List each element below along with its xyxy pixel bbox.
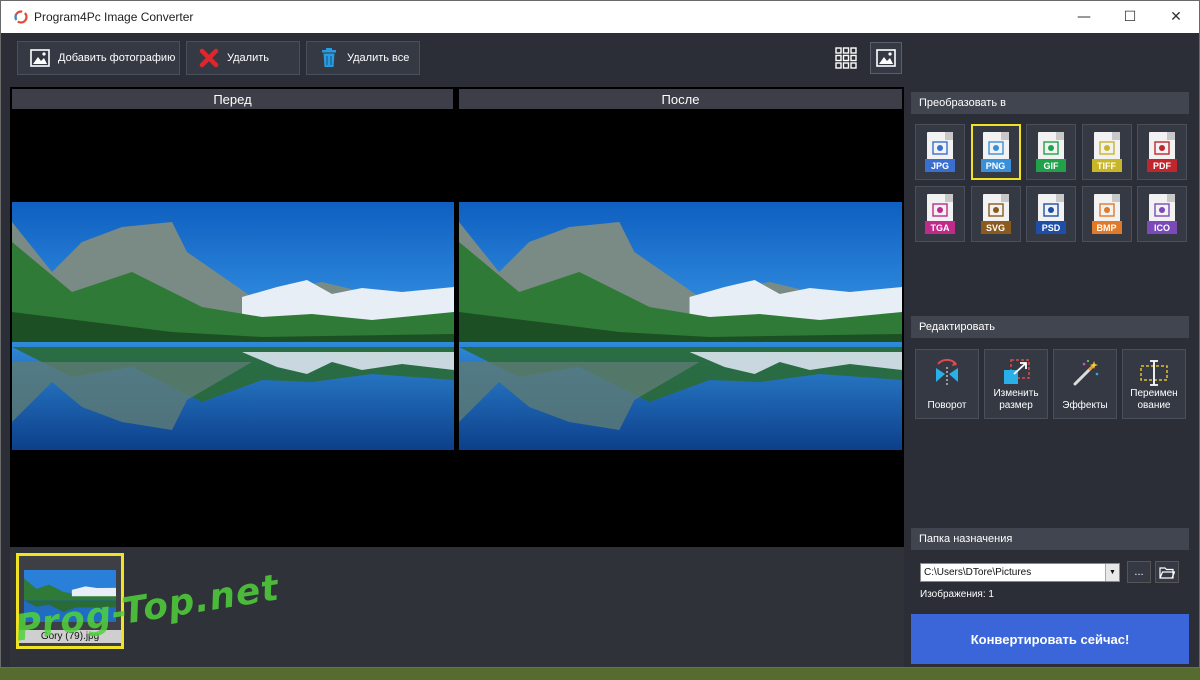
format-label: TGA [925, 221, 955, 234]
file-svg-icon: SVG [980, 194, 1011, 234]
magic-wand-icon [1054, 358, 1116, 388]
preview-area: Перед После [10, 87, 904, 547]
image-icon [30, 48, 50, 68]
convert-to-header: Преобразовать в [911, 92, 1189, 114]
before-header: Перед [12, 89, 453, 109]
file-tiff-icon: TIFF [1091, 132, 1122, 172]
minimize-button[interactable]: — [1061, 1, 1107, 33]
delete-button[interactable]: Удалить [186, 41, 300, 75]
effects-label: Эффекты [1062, 400, 1108, 411]
rotate-button[interactable]: Поворот [915, 349, 979, 419]
format-label: ICO [1147, 221, 1177, 234]
app-window: Program4Pc Image Converter — ☐ ✕ Добавит… [0, 0, 1200, 668]
edit-header: Редактировать [911, 316, 1189, 338]
format-label: SVG [980, 221, 1011, 234]
after-header: После [459, 89, 902, 109]
format-gif-button[interactable]: GIF [1026, 124, 1076, 180]
red-x-icon [199, 48, 219, 68]
rename-label-line1: Переимен [1130, 388, 1178, 399]
dropdown-arrow-icon[interactable]: ▼ [1105, 564, 1119, 581]
format-psd-button[interactable]: PSD [1026, 186, 1076, 242]
format-png-button[interactable]: PNG [970, 124, 1021, 180]
grid-view-icon[interactable] [831, 43, 861, 73]
taskbar [0, 668, 1200, 680]
single-view-icon[interactable] [870, 42, 902, 74]
rotate-icon [916, 358, 978, 388]
delete-all-button[interactable]: Удалить все [306, 41, 420, 75]
file-ico-icon: ICO [1147, 194, 1177, 234]
resize-icon [985, 358, 1047, 388]
before-image [12, 202, 454, 450]
file-png-icon: PNG [980, 132, 1011, 172]
title-bar: Program4Pc Image Converter — ☐ ✕ [1, 1, 1199, 33]
format-pdf-button[interactable]: PDF [1137, 124, 1187, 180]
format-label: BMP [1091, 221, 1122, 234]
browse-button[interactable]: ... [1127, 561, 1151, 583]
window-controls: — ☐ ✕ [1061, 1, 1199, 33]
after-image [459, 202, 902, 450]
open-folder-button[interactable] [1155, 561, 1179, 583]
rename-label: Переимен ование [1123, 388, 1185, 412]
file-bmp-icon: BMP [1091, 194, 1122, 234]
format-label: TIFF [1091, 159, 1122, 172]
resize-label-line2: размер [999, 400, 1033, 411]
destination-path-value: C:\Users\DTore\Pictures [924, 567, 1032, 578]
format-label: PDF [1147, 159, 1177, 172]
right-panel: Преобразовать в JPG PNG GIF TIFF PDF TGA SVG PS… [907, 87, 1199, 667]
format-label: GIF [1036, 159, 1066, 172]
rename-button[interactable]: Переимен ование [1122, 349, 1186, 419]
file-psd-icon: PSD [1036, 194, 1066, 234]
format-svg-button[interactable]: SVG [970, 186, 1021, 242]
maximize-button[interactable]: ☐ [1107, 1, 1153, 33]
format-tiff-button[interactable]: TIFF [1081, 124, 1132, 180]
format-label: PSD [1036, 221, 1066, 234]
format-jpg-button[interactable]: JPG [915, 124, 965, 180]
format-label: PNG [980, 159, 1011, 172]
delete-label: Удалить [227, 52, 269, 64]
images-count: Изображения: 1 [920, 589, 994, 600]
file-tga-icon: TGA [925, 194, 955, 234]
file-jpg-icon: JPG [925, 132, 955, 172]
destination-header: Папка назначения [911, 528, 1189, 550]
add-photo-button[interactable]: Добавить фотографию [17, 41, 180, 75]
format-ico-button[interactable]: ICO [1137, 186, 1187, 242]
destination-path-select[interactable]: C:\Users\DTore\Pictures ▼ [920, 563, 1120, 582]
resize-label-line1: Изменить [993, 388, 1039, 399]
add-photo-label: Добавить фотографию [58, 52, 176, 64]
window-title: Program4Pc Image Converter [34, 10, 194, 24]
format-label: JPG [925, 159, 955, 172]
rename-icon [1123, 358, 1185, 388]
format-bmp-button[interactable]: BMP [1081, 186, 1132, 242]
rotate-label: Поворот [927, 400, 967, 411]
toolbar: Добавить фотографию Удалить Удалить все [1, 33, 1199, 85]
resize-label: Изменить размер [985, 388, 1047, 412]
file-gif-icon: GIF [1036, 132, 1066, 172]
resize-button[interactable]: Изменить размер [984, 349, 1048, 419]
rename-label-line2: ование [1137, 400, 1171, 411]
format-tga-button[interactable]: TGA [915, 186, 965, 242]
close-button[interactable]: ✕ [1153, 1, 1199, 33]
delete-all-label: Удалить все [347, 52, 410, 64]
effects-button[interactable]: Эффекты [1053, 349, 1117, 419]
file-pdf-icon: PDF [1147, 132, 1177, 172]
app-logo-icon [14, 10, 28, 24]
convert-now-button[interactable]: Конвертировать сейчас! [911, 614, 1189, 664]
folder-icon [1159, 566, 1175, 579]
trash-icon [319, 48, 339, 68]
